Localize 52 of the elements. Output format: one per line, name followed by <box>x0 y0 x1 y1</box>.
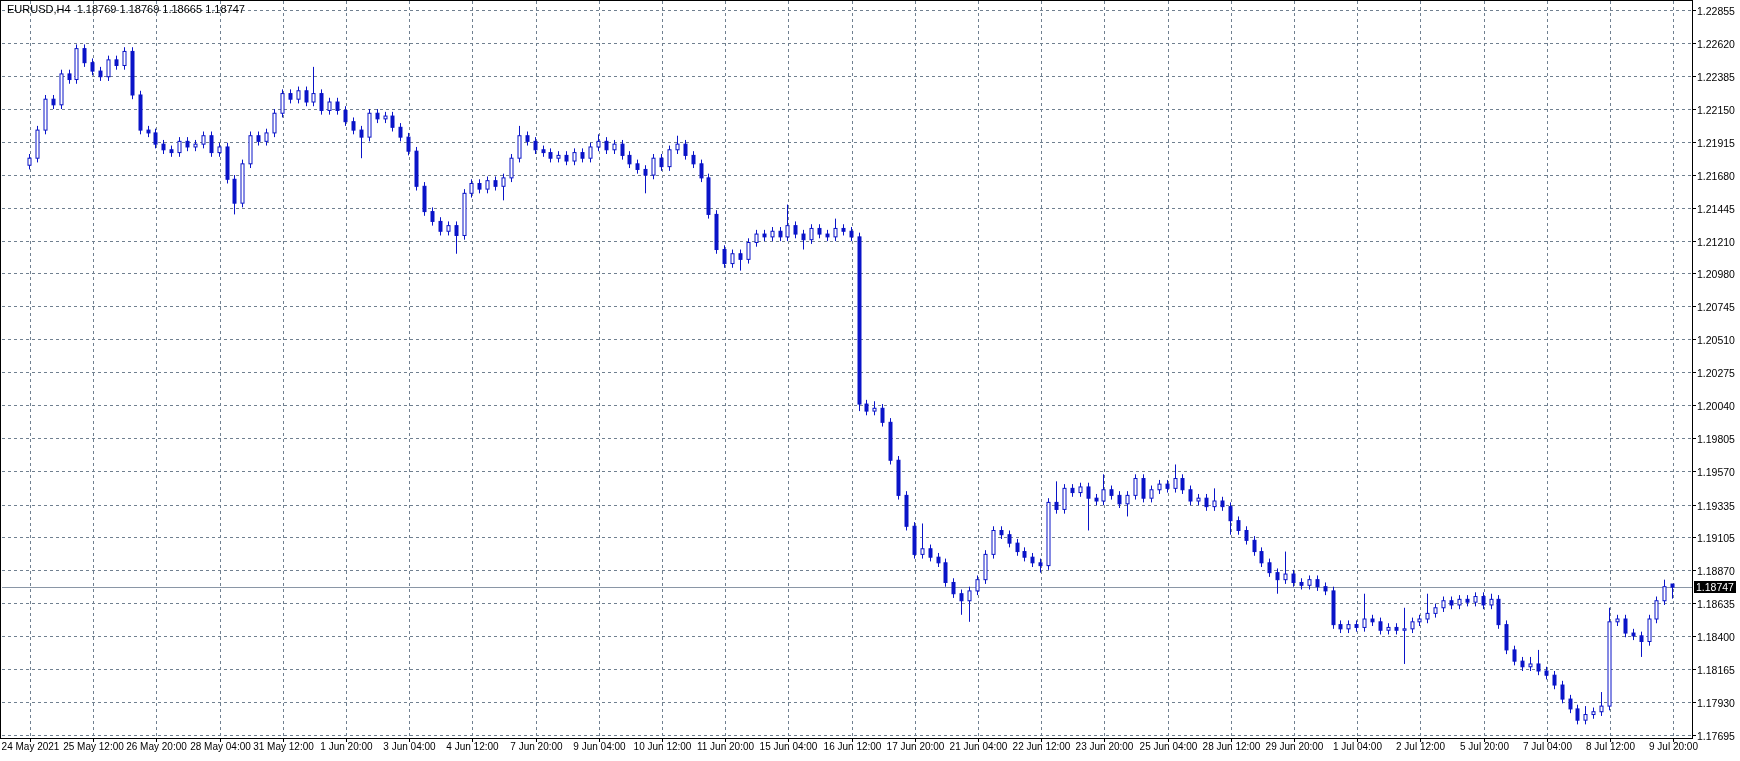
time-label: 7 Jun 20:00 <box>510 741 563 753</box>
time-label: 9 Jul 20:00 <box>1649 741 1698 753</box>
time-label: 17 Jun 20:00 <box>886 741 945 753</box>
price-label: 1.18870 <box>1697 564 1735 577</box>
time-label: 31 May 12:00 <box>253 741 314 753</box>
current-price-label: 1.18747 <box>1694 581 1736 593</box>
time-label: 22 Jun 12:00 <box>1012 741 1071 753</box>
time-label: 1 Jun 20:00 <box>320 741 373 753</box>
price-label: 1.20745 <box>1697 300 1735 313</box>
chart-title: EURUSD,H4 1.18769 1.18769 1.18665 1.18747 <box>7 2 245 16</box>
price-label: 1.17695 <box>1697 729 1735 742</box>
price-label: 1.19335 <box>1697 499 1735 512</box>
time-label: 29 Jun 20:00 <box>1265 741 1324 753</box>
time-label: 1 Jul 04:00 <box>1333 741 1382 753</box>
price-label: 1.20980 <box>1697 267 1735 280</box>
price-label: 1.18635 <box>1697 597 1735 610</box>
time-label: 25 May 12:00 <box>63 741 124 753</box>
time-label: 15 Jun 04:00 <box>759 741 818 753</box>
time-label: 28 May 04:00 <box>190 741 251 753</box>
price-label: 1.19105 <box>1697 531 1735 544</box>
price-label: 1.21680 <box>1697 169 1735 182</box>
price-label: 1.20040 <box>1697 399 1735 412</box>
price-label: 1.19805 <box>1697 432 1735 445</box>
price-label: 1.20510 <box>1697 333 1735 346</box>
price-label: 1.22620 <box>1697 37 1735 50</box>
price-label: 1.22385 <box>1697 70 1735 83</box>
price-label: 1.18400 <box>1697 630 1735 643</box>
time-label: 26 May 20:00 <box>126 741 187 753</box>
price-label: 1.20275 <box>1697 366 1735 379</box>
time-label: 28 Jun 12:00 <box>1202 741 1261 753</box>
price-label: 1.17930 <box>1697 696 1735 709</box>
time-label: 10 Jun 12:00 <box>633 741 692 753</box>
time-label: 16 Jun 12:00 <box>823 741 882 753</box>
price-label: 1.21445 <box>1697 202 1735 215</box>
time-label: 7 Jul 04:00 <box>1523 741 1572 753</box>
time-label: 9 Jun 04:00 <box>573 741 626 753</box>
time-label: 8 Jul 12:00 <box>1586 741 1635 753</box>
time-label: 5 Jul 20:00 <box>1460 741 1509 753</box>
time-label: 3 Jun 04:00 <box>383 741 436 753</box>
time-label: 4 Jun 12:00 <box>446 741 499 753</box>
price-label: 1.21915 <box>1697 136 1735 149</box>
price-label: 1.19570 <box>1697 465 1735 478</box>
time-label: 25 Jun 04:00 <box>1139 741 1198 753</box>
price-label: 1.22150 <box>1697 103 1735 116</box>
time-label: 2 Jul 12:00 <box>1396 741 1445 753</box>
price-label: 1.22855 <box>1697 4 1735 17</box>
time-label: 23 Jun 20:00 <box>1075 741 1134 753</box>
price-label: 1.21210 <box>1697 235 1735 248</box>
time-label: 11 Jun 20:00 <box>696 741 755 753</box>
time-label: 21 Jun 04:00 <box>949 741 1008 753</box>
price-label: 1.18165 <box>1697 663 1735 676</box>
time-label: 24 May 2021 <box>1 741 60 753</box>
